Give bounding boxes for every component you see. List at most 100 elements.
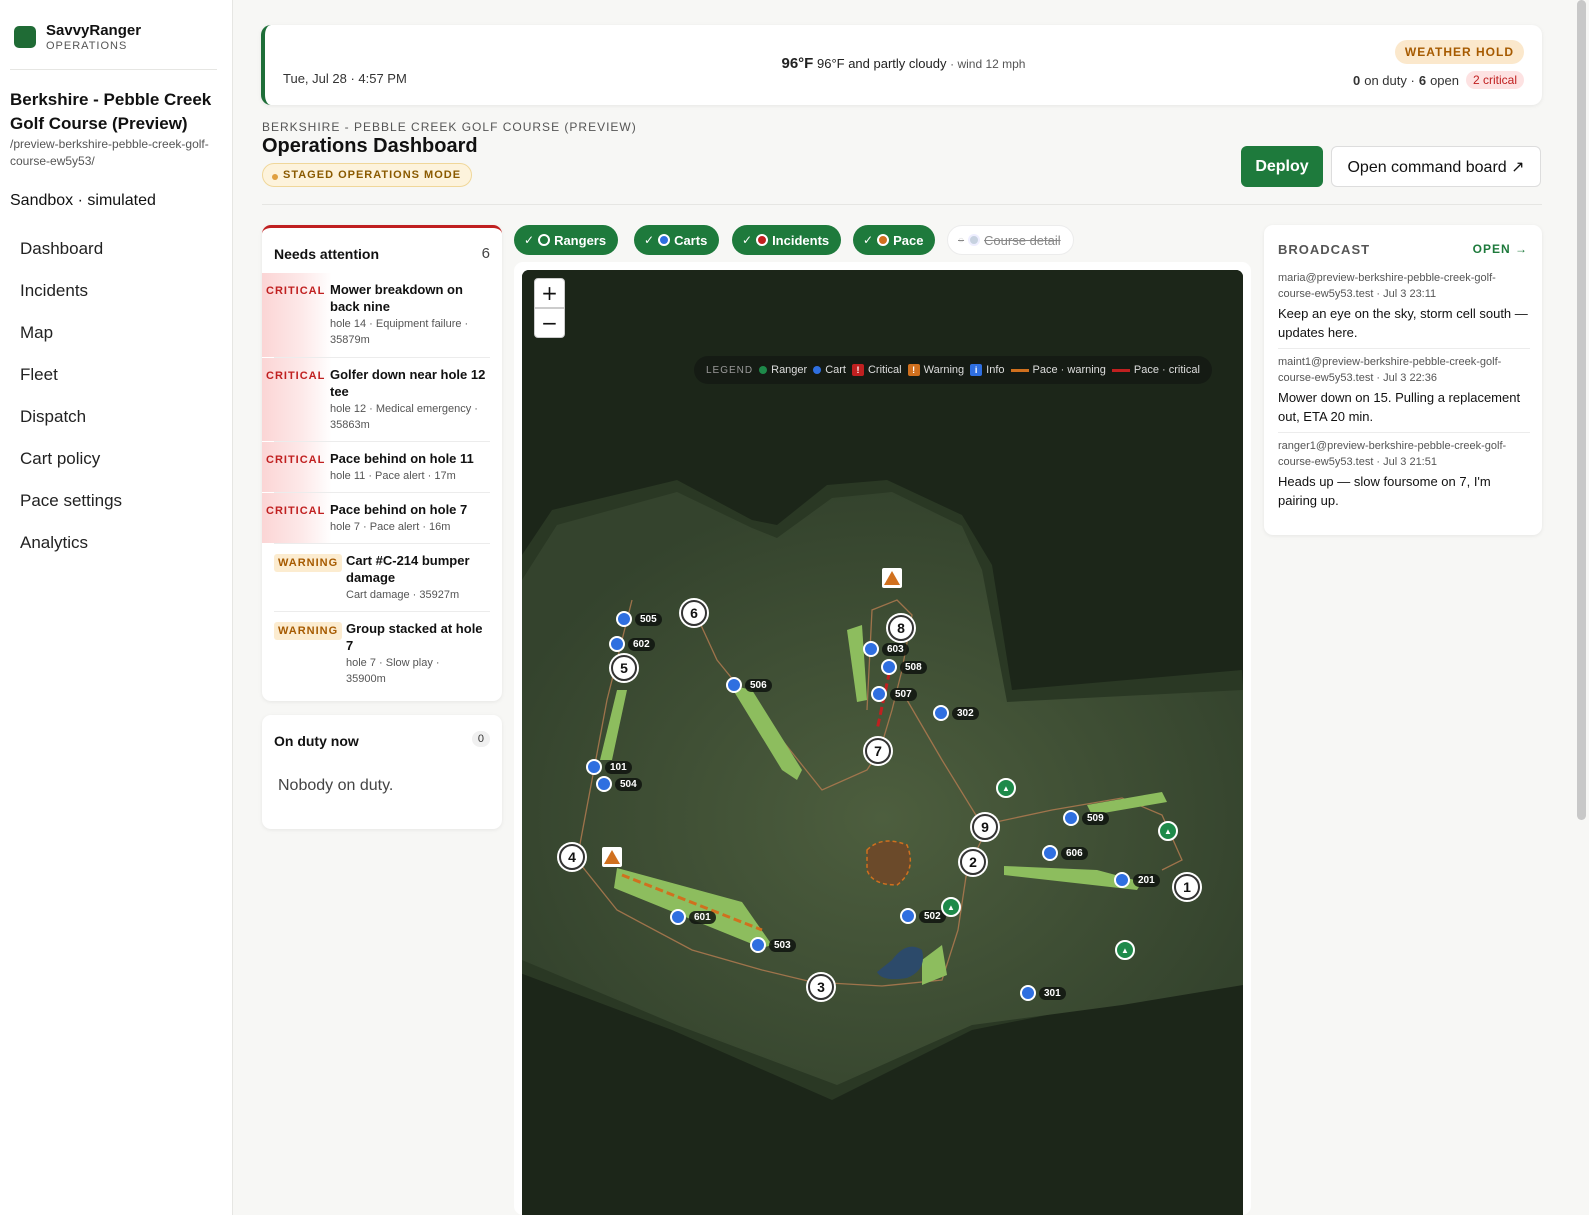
attention-item-title: Pace behind on hole 7	[330, 502, 468, 517]
ranger-marker[interactable]: ▲	[1158, 821, 1178, 841]
cart-marker[interactable]: 505	[616, 611, 662, 627]
open-command-board-button[interactable]: Open command board ↗	[1331, 146, 1541, 187]
severity-tag: CRITICAL	[266, 370, 326, 382]
cart-marker[interactable]: 502	[900, 908, 946, 924]
cart-marker[interactable]: 503	[750, 937, 796, 953]
legend-label: Pace · warning	[1032, 364, 1106, 376]
cart-marker[interactable]: 201	[1114, 872, 1160, 888]
zoom-in-button[interactable]: +	[534, 278, 565, 308]
cart-marker[interactable]: 509	[1063, 810, 1109, 826]
cart-marker[interactable]: 508	[881, 659, 927, 675]
cart-marker[interactable]: 302	[933, 705, 979, 721]
nav-dashboard[interactable]: Dashboard	[20, 238, 122, 280]
hole-marker[interactable]: 5	[611, 655, 637, 681]
hole-marker[interactable]: 9	[972, 814, 998, 840]
check-icon: ✓	[742, 233, 753, 247]
sidebar: SavvyRanger OPERATIONS Berkshire - Pebbl…	[0, 0, 233, 1215]
warning-incident-marker[interactable]	[602, 847, 622, 867]
cart-label: 506	[745, 678, 772, 692]
attention-item[interactable]: CRITICAL Pace behind on hole 7 hole 7 · …	[262, 493, 502, 543]
incidents-layer-dot-icon	[756, 234, 769, 246]
legend-label: Pace · critical	[1133, 364, 1200, 376]
needs-attention-count: 6	[481, 245, 490, 262]
cart-marker[interactable]: 506	[726, 677, 772, 693]
nav-analytics[interactable]: Analytics	[20, 532, 122, 574]
hole-marker[interactable]: 1	[1174, 874, 1200, 900]
cart-marker[interactable]: 606	[1042, 845, 1088, 861]
cart-marker[interactable]: 601	[670, 909, 716, 925]
cart-icon	[863, 641, 879, 657]
hole-marker[interactable]: 6	[681, 600, 707, 626]
attention-item[interactable]: CRITICAL Golfer down near hole 12 tee ho…	[262, 358, 502, 441]
cart-icon	[871, 686, 887, 702]
page-title: Operations Dashboard	[262, 135, 478, 157]
layer-toggle-course-detail[interactable]: ○ Course detail	[947, 225, 1074, 255]
cart-icon	[609, 636, 625, 652]
nav-map[interactable]: Map	[20, 322, 122, 364]
hole-marker[interactable]: 7	[865, 738, 891, 764]
layer-toggle-pace[interactable]: ✓ Pace	[853, 225, 936, 255]
page-scrollbar[interactable]	[1577, 0, 1586, 820]
broadcast-message: maint1@preview-berkshire-pebble-creek-go…	[1278, 354, 1530, 426]
layer-toggle-rangers[interactable]: ✓ Rangers	[514, 225, 619, 255]
legend-label: Info	[986, 364, 1005, 376]
hole-marker[interactable]: 2	[960, 849, 986, 875]
hole-marker[interactable]: 8	[888, 615, 914, 641]
weather-summary: 96°F 96°F and partly cloudy · wind 12 mp…	[265, 55, 1542, 72]
hole-marker[interactable]: 3	[808, 974, 834, 1000]
warning-incident-marker[interactable]	[882, 568, 902, 588]
layer-toggle-incidents[interactable]: ✓ Incidents	[732, 225, 842, 255]
legend-heading: LEGEND	[706, 364, 754, 376]
weather-hold-badge: WEATHER HOLD	[1394, 40, 1524, 64]
info-icon: i	[970, 364, 983, 376]
hole-marker[interactable]: 4	[559, 844, 585, 870]
nav-pace-settings[interactable]: Pace settings	[20, 490, 122, 532]
brand[interactable]: SavvyRanger OPERATIONS	[14, 22, 141, 52]
cart-dot-icon	[813, 366, 822, 374]
attention-item[interactable]: CRITICAL Pace behind on hole 11 hole 11 …	[262, 442, 502, 492]
ranger-marker[interactable]: ▲	[996, 778, 1016, 798]
cart-label: 606	[1061, 846, 1088, 860]
nav-incidents[interactable]: Incidents	[20, 280, 122, 322]
cart-marker[interactable]: 602	[609, 636, 655, 652]
nav-cart-policy[interactable]: Cart policy	[20, 448, 122, 490]
course-map[interactable]: + − LEGEND Ranger Cart ! Critical ! Warnin…	[522, 270, 1243, 1215]
ops-stats: 0 on duty · 6 open 2 critical	[1353, 71, 1524, 89]
legend-pace-critical: Pace · critical	[1111, 364, 1200, 376]
broadcast-open-link[interactable]: OPEN →	[1473, 242, 1528, 256]
attention-item-title: Golfer down near hole 12 tee	[330, 367, 486, 399]
layer-label: Rangers	[554, 232, 607, 248]
cart-marker[interactable]: 603	[863, 641, 909, 657]
deploy-button[interactable]: Deploy	[1241, 146, 1323, 187]
cart-icon	[596, 776, 612, 792]
cart-icon	[670, 909, 686, 925]
message-meta: maint1@preview-berkshire-pebble-creek-go…	[1278, 356, 1502, 384]
cart-marker[interactable]: 507	[871, 686, 917, 702]
attention-item[interactable]: WARNING Group stacked at hole 7 hole 7 ·…	[262, 612, 502, 696]
sandbox-label: Sandbox · simulated	[10, 192, 156, 209]
ranger-marker[interactable]: ▲	[941, 897, 961, 917]
cart-icon	[726, 677, 742, 693]
severity-tag: CRITICAL	[266, 505, 326, 517]
ranger-marker[interactable]: ▲	[1115, 940, 1135, 960]
nav-dispatch[interactable]: Dispatch	[20, 406, 122, 448]
cart-label: 602	[628, 637, 655, 651]
cart-marker[interactable]: 301	[1020, 985, 1066, 1001]
attention-item-title: Pace behind on hole 11	[330, 451, 474, 466]
warning-alert-icon: !	[907, 364, 920, 376]
layer-toggle-carts[interactable]: ✓ Carts	[634, 225, 720, 255]
attention-item[interactable]: WARNING Cart #C-214 bumper damage Cart d…	[262, 544, 502, 611]
cart-marker[interactable]: 504	[596, 776, 642, 792]
nav-fleet[interactable]: Fleet	[20, 364, 122, 406]
legend-cart: Cart	[813, 364, 846, 376]
needs-attention-panel: Needs attention 6 CRITICAL Mower breakdo…	[262, 225, 502, 701]
cart-icon	[900, 908, 916, 924]
message-meta: maria@preview-berkshire-pebble-creek-gol…	[1278, 272, 1496, 300]
needs-attention-title: Needs attention	[274, 246, 380, 262]
cart-marker[interactable]: 101	[586, 759, 632, 775]
attention-item[interactable]: CRITICAL Mower breakdown on back nine ho…	[262, 273, 502, 357]
cart-icon	[1114, 872, 1130, 888]
cart-label: 201	[1133, 873, 1160, 887]
severity-tag: WARNING	[274, 554, 343, 572]
zoom-out-button[interactable]: −	[534, 308, 565, 338]
